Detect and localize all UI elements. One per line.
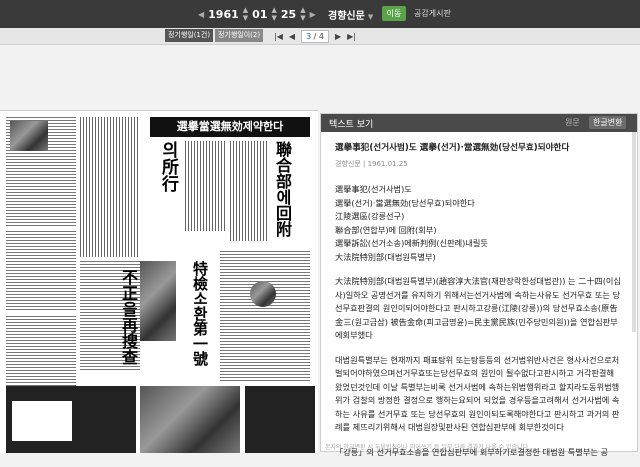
- summary-line: 選擧事犯(선거사범)도: [335, 184, 412, 194]
- board-link[interactable]: 공감게시판: [414, 8, 451, 19]
- panel-header: 텍스트 보기 원문 한글변환: [321, 114, 637, 132]
- first-page-icon[interactable]: |◀: [274, 32, 283, 41]
- summary-lines: 選擧事犯(선거사범)도 選擧(선거)·當選無効(당선무효)되야한다 江陵選區(강…: [335, 183, 623, 264]
- article-headline: 選擧事犯(선거사범)도 選擧(선거)·當選無効(당선무효)되야한다: [335, 143, 570, 153]
- panel-title: 텍스트 보기: [329, 120, 374, 130]
- tab-regular-issue[interactable]: 정기행일(1건): [165, 29, 213, 42]
- summary-line: 選擧(선거)·當選無効(당선무효)되야한다: [335, 197, 475, 208]
- headline-referral: 聯合部에回附: [273, 141, 292, 237]
- newspaper-label: 경향신문: [328, 11, 365, 22]
- headline-conduct: 의所行: [158, 141, 178, 192]
- panel-scrollbar[interactable]: [632, 132, 636, 332]
- tab-other-issue[interactable]: 정기행일이(2): [215, 29, 263, 42]
- next-date-icon[interactable]: ▶: [310, 10, 316, 19]
- original-text-button[interactable]: 원문: [565, 117, 580, 128]
- page-indicator: 3 / 4: [301, 30, 329, 43]
- year-stepper-icon[interactable]: ▲ ▼: [243, 6, 248, 22]
- last-page-icon[interactable]: ▶|: [347, 32, 356, 41]
- article-paragraph: 대법원특별부는 현재까지 패표탕위 또는탕등등의 선거법위반사건은 형사사건으로…: [335, 354, 620, 433]
- page-toolbar: 정기행일(1건) 정기행일이(2) |◀ ◀ 3 / 4 ▶ ▶|: [0, 28, 640, 45]
- banner-headline: 選擧當選無効제약한다: [150, 117, 310, 137]
- prev-page-icon[interactable]: ◀: [289, 32, 295, 41]
- summary-line: 大法院特別部(대법원특별부): [335, 251, 436, 262]
- date-selector: ◀ 1961 ▲ ▼ 01 ▲ ▼ 25 ▲ ▼ ▶: [198, 5, 316, 23]
- headline-reinvestigate: 不正을再搜查: [119, 269, 138, 365]
- article-text: 選擧事犯(선거사범)도 選擧(선거)·當選無効(당선무효)되야한다 경향신문 |…: [321, 132, 637, 467]
- total-pages: 4: [318, 32, 324, 41]
- prev-date-icon[interactable]: ◀: [198, 10, 204, 19]
- go-button[interactable]: 이동: [382, 6, 406, 21]
- current-page: 3: [306, 32, 312, 41]
- month-value[interactable]: 01: [252, 8, 267, 21]
- conversion-notice: 본자의 한글변환 시 두음법칙이나 띄어쓰기 등 일부 다른 결과가 나올 수 …: [325, 444, 531, 451]
- hangul-convert-button[interactable]: 한글변환: [589, 116, 627, 129]
- month-stepper-icon[interactable]: ▲ ▼: [271, 6, 276, 22]
- day-stepper-icon[interactable]: ▲ ▼: [300, 6, 305, 22]
- day-value[interactable]: 25: [281, 8, 296, 21]
- summary-line: 選擧訴訟(선거소송)에新判例(신판례)내릴듯: [335, 238, 488, 248]
- year-value[interactable]: 1961: [208, 8, 239, 21]
- newspaper-select[interactable]: 경향신문 ▼: [328, 7, 373, 22]
- newspaper-scan-image[interactable]: 選擧當選無効제약한다 의所行 聯合部에回附 不正을再搜查 特檢소환第一號: [0, 110, 318, 453]
- text-view-panel: 텍스트 보기 원문 한글변환 選擧事犯(선거사범)도 選擧(선거)·當選無効(당…: [320, 113, 638, 457]
- article-meta: 경향신문 | 1961.01.25: [335, 159, 408, 168]
- top-navigation-bar: ◀ 1961 ▲ ▼ 01 ▲ ▼ 25 ▲ ▼ ▶ 경향신문 ▼ 이동 공감게시판: [0, 0, 640, 28]
- summary-line: 江陵選區(강릉선구): [335, 211, 405, 221]
- page-navigator: |◀ ◀ 3 / 4 ▶ ▶|: [274, 30, 356, 43]
- next-page-icon[interactable]: ▶: [335, 32, 341, 41]
- headline-special: 特檢소환第一號: [191, 261, 209, 366]
- article-paragraph: 大法院特別部(대법원특별부)(趙容淳大法官(재판장락한성대법관)) 는 二十四(…: [335, 276, 621, 340]
- chevron-down-icon: ▼: [367, 13, 374, 21]
- summary-line: 聯合部(연합부)에 回附(회부): [335, 224, 437, 235]
